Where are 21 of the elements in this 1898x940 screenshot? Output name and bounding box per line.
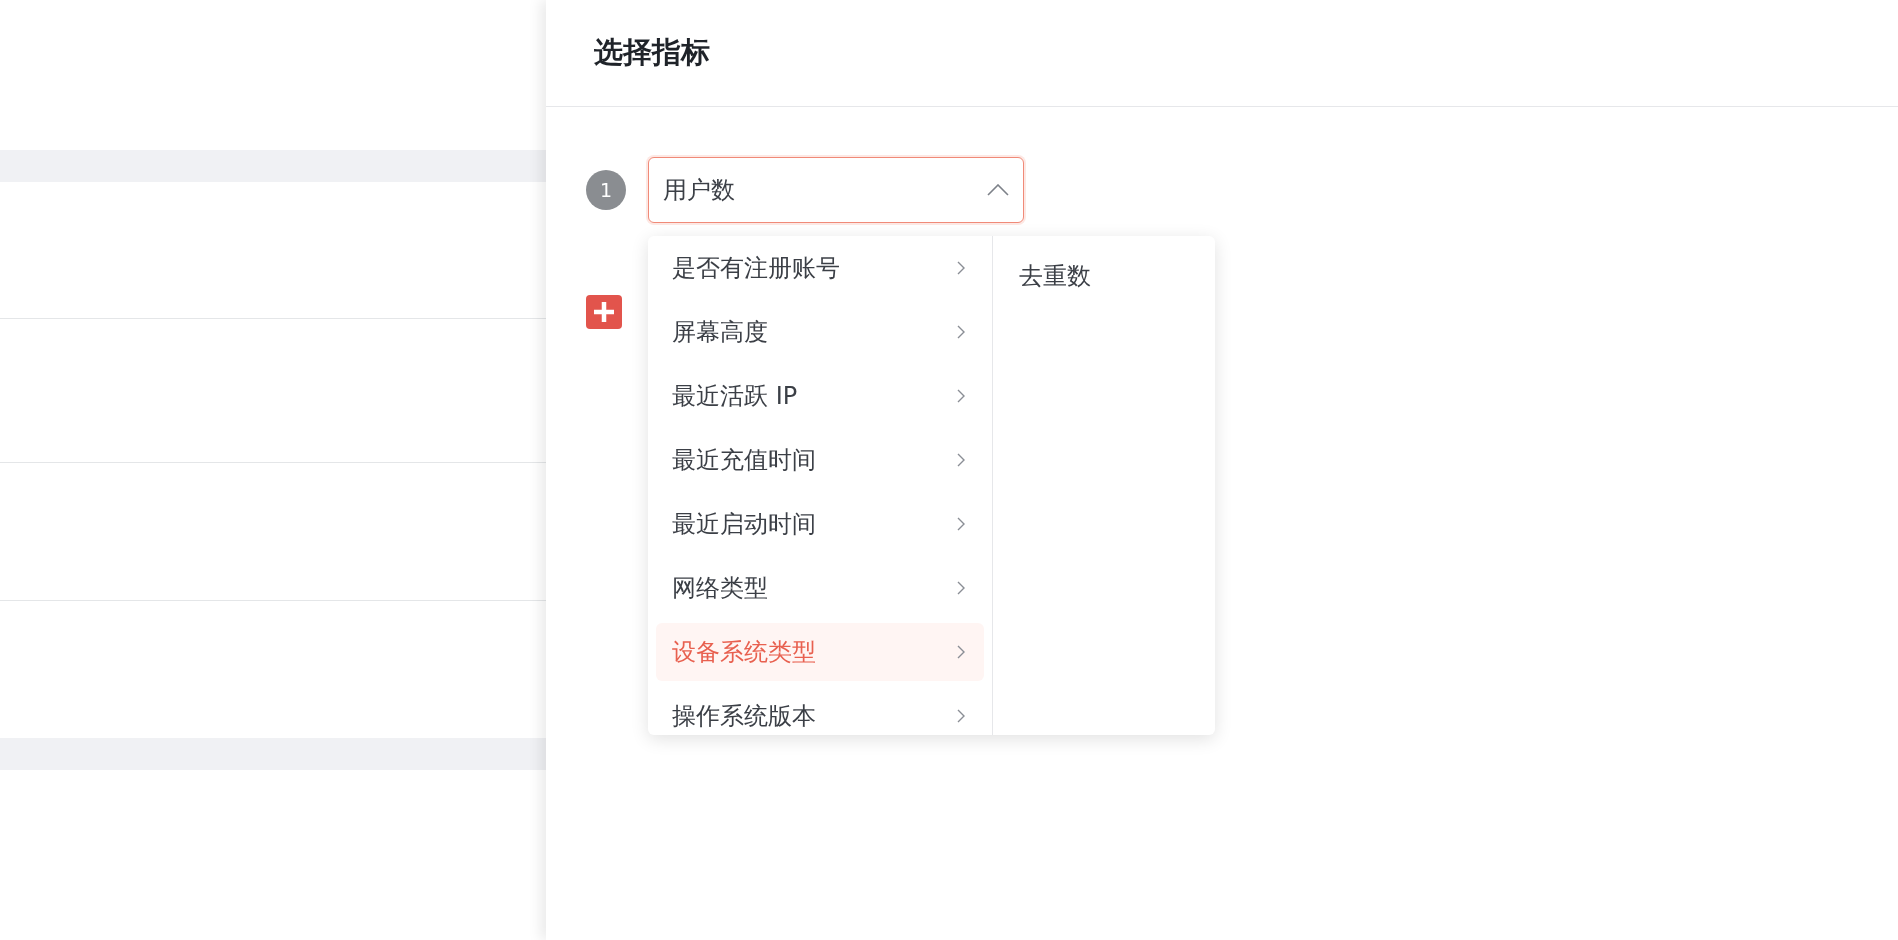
- menu-item[interactable]: 最近活跃 IP: [656, 367, 984, 425]
- add-icon[interactable]: [586, 295, 622, 329]
- menu-item[interactable]: 网络类型: [656, 559, 984, 617]
- chevron-right-icon: [956, 708, 966, 724]
- index-badge: 1: [586, 170, 626, 210]
- chevron-right-icon: [956, 260, 966, 276]
- chevron-right-icon: [956, 452, 966, 468]
- menu-item[interactable]: 最近启动时间: [656, 495, 984, 553]
- chevron-right-icon: [956, 580, 966, 596]
- chevron-right-icon: [956, 324, 966, 340]
- menu-item[interactable]: 是否有注册账号: [656, 239, 984, 297]
- chevron-right-icon: [956, 516, 966, 532]
- chevron-right-icon: [956, 644, 966, 660]
- metric-select[interactable]: 用户数: [648, 157, 1024, 223]
- chevron-right-icon: [956, 388, 966, 404]
- caret-icon: [987, 184, 1009, 196]
- menu-item[interactable]: 屏幕高度: [656, 303, 984, 361]
- menu-item[interactable]: 去重数: [1001, 247, 1207, 305]
- drawer-title: 选择指标: [594, 34, 710, 71]
- menu-item[interactable]: 操作系统版本: [656, 687, 984, 735]
- menu-item[interactable]: 最近充值时间: [656, 431, 984, 489]
